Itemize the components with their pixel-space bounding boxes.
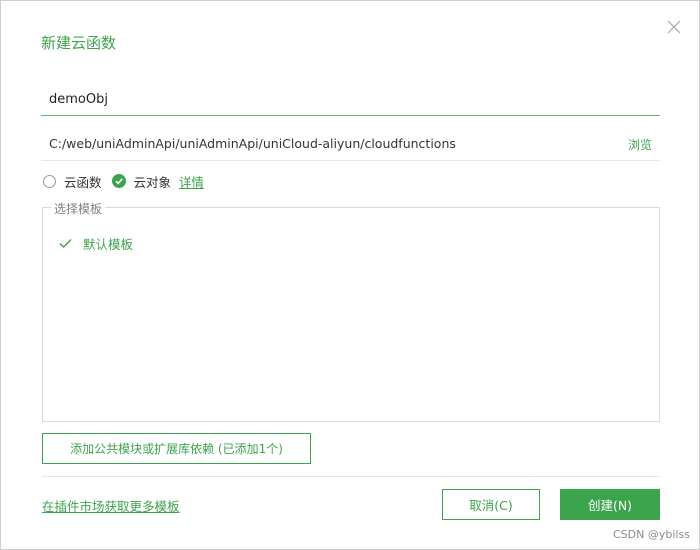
path-input[interactable]: C:/web/uniAdminApi/uniAdminApi/uniCloud-… — [49, 136, 456, 151]
browse-link[interactable]: 浏览 — [628, 136, 652, 153]
template-item-default[interactable]: 默认模板 — [59, 234, 133, 253]
cancel-button[interactable]: 取消(C) — [442, 489, 540, 520]
new-cloud-function-dialog: 新建云函数 C:/web/uniAdminApi/uniAdminApi/uni… — [0, 0, 700, 550]
template-list — [42, 207, 660, 422]
dialog-title: 新建云函数 — [41, 34, 117, 52]
plugin-market-link[interactable]: 在插件市场获取更多模板 — [42, 496, 180, 515]
template-item-label: 默认模板 — [83, 237, 134, 252]
template-legend: 选择模板 — [51, 200, 106, 217]
divider — [42, 476, 660, 477]
checkmark-icon — [59, 238, 72, 249]
create-button[interactable]: 创建(N) — [560, 489, 660, 520]
radio-cloud-object[interactable] — [111, 174, 126, 188]
check-icon — [114, 178, 123, 185]
radio-cloud-function[interactable] — [43, 174, 56, 188]
radio-cloud-object-label[interactable]: 云对象 — [134, 172, 172, 191]
radio-cloud-function-label[interactable]: 云函数 — [64, 172, 102, 191]
close-icon[interactable] — [665, 18, 683, 36]
detail-link[interactable]: 详情 — [179, 172, 204, 191]
watermark-text: CSDN @ybilss — [613, 528, 690, 541]
function-name-input[interactable] — [41, 83, 660, 116]
add-dependencies-button[interactable]: 添加公共模块或扩展库依赖 (已添加1个) — [42, 433, 311, 464]
path-row: C:/web/uniAdminApi/uniAdminApi/uniCloud-… — [41, 128, 660, 161]
type-radio-group: 云函数 云对象 详情 — [43, 172, 204, 190]
